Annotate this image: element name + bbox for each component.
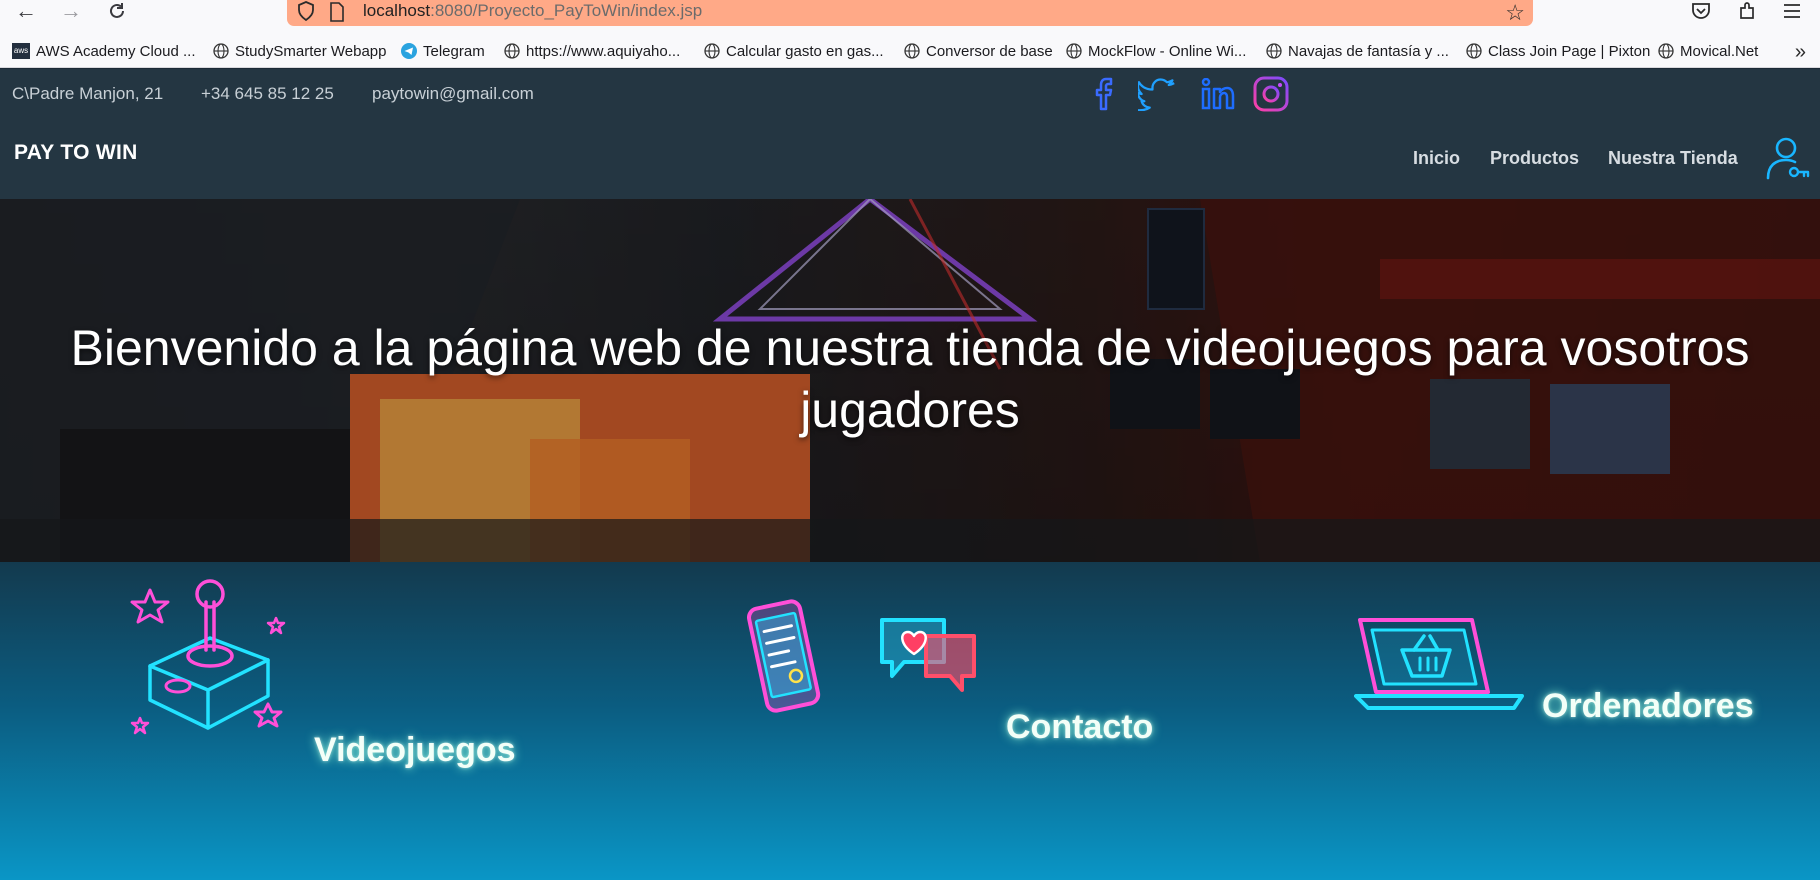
main-navbar: PAY TO WIN Inicio Productos Nuestra Tien… — [0, 119, 1820, 199]
facebook-icon[interactable] — [1087, 75, 1125, 113]
bookmark-item[interactable]: StudySmarter Webapp — [213, 41, 386, 61]
twitter-icon[interactable] — [1138, 75, 1176, 113]
bookmarks-overflow-icon[interactable]: » — [1795, 41, 1806, 64]
menu-icon[interactable] — [1779, 0, 1805, 22]
user-account-icon[interactable] — [1764, 135, 1810, 181]
bookmark-item[interactable]: Movical.Net — [1658, 41, 1758, 61]
extensions-icon[interactable] — [1734, 0, 1760, 22]
telegram-icon — [401, 43, 417, 59]
features-section: Videojuegos Contacto Ordenadores — [0, 562, 1820, 880]
globe-icon — [1266, 43, 1282, 59]
joystick-icon[interactable] — [128, 578, 298, 748]
address-text: C\Padre Manjon, 21 — [12, 84, 164, 103]
forward-icon[interactable]: → — [57, 0, 85, 23]
instagram-icon[interactable] — [1252, 75, 1290, 113]
bookmark-item[interactable]: Class Join Page | Pixton — [1466, 41, 1650, 61]
globe-icon — [1658, 43, 1674, 59]
aws-icon: aws — [12, 43, 30, 59]
bookmark-item[interactable]: MockFlow - Online Wi... — [1066, 41, 1246, 61]
bookmark-item[interactable]: Calcular gasto en gas... — [704, 41, 884, 61]
bookmarks-bar: aws AWS Academy Cloud ... StudySmarter W… — [0, 34, 1820, 68]
globe-icon — [904, 43, 920, 59]
globe-icon — [1466, 43, 1482, 59]
linkedin-icon[interactable] — [1199, 75, 1237, 113]
pocket-icon[interactable] — [1688, 0, 1714, 22]
browser-toolbar: ← → localhost:8080/Proyecto_PayToWin/ind… — [0, 0, 1820, 34]
nav-link-productos[interactable]: Productos — [1490, 148, 1579, 169]
bookmark-item[interactable]: Conversor de base — [904, 41, 1053, 61]
laptop-basket-icon[interactable] — [1354, 614, 1526, 714]
feature-contacto-label[interactable]: Contacto — [1006, 708, 1153, 747]
bookmark-item[interactable]: Navajas de fantasía y ... — [1266, 41, 1449, 61]
shield-icon[interactable] — [297, 1, 315, 26]
phone-chat-icon[interactable] — [744, 598, 984, 718]
reload-icon[interactable] — [103, 0, 131, 22]
bookmark-item[interactable]: https://www.aquiyaho... — [504, 41, 680, 61]
bookmark-item[interactable]: aws AWS Academy Cloud ... — [12, 41, 196, 61]
phone-text: +34 645 85 12 25 — [201, 84, 334, 103]
url-bar[interactable]: localhost:8080/Proyecto_PayToWin/index.j… — [287, 0, 1533, 26]
email-text: paytowin@gmail.com — [372, 84, 534, 103]
brand-logo-text[interactable]: PAY TO WIN — [14, 141, 138, 165]
url-text[interactable]: localhost:8080/Proyecto_PayToWin/index.j… — [363, 1, 702, 21]
hero-title: Bienvenido a la página web de nuestra ti… — [70, 320, 1750, 438]
bookmark-star-icon[interactable]: ☆ — [1505, 0, 1525, 26]
back-icon[interactable]: ← — [12, 0, 40, 23]
nav-link-inicio[interactable]: Inicio — [1413, 148, 1460, 169]
feature-ordenadores-label[interactable]: Ordenadores — [1542, 687, 1754, 726]
bookmark-item[interactable]: Telegram — [401, 41, 485, 61]
contact-info-bar: C\Padre Manjon, 21 +34 645 85 12 25 payt… — [0, 69, 1820, 119]
globe-icon — [213, 43, 229, 59]
globe-icon — [704, 43, 720, 59]
globe-icon — [1066, 43, 1082, 59]
globe-icon — [504, 43, 520, 59]
feature-videojuegos-label[interactable]: Videojuegos — [314, 731, 516, 770]
page-icon — [329, 2, 345, 27]
nav-link-nuestra-tienda[interactable]: Nuestra Tienda — [1608, 148, 1738, 169]
hero-banner: Bienvenido a la página web de nuestra ti… — [0, 199, 1820, 562]
